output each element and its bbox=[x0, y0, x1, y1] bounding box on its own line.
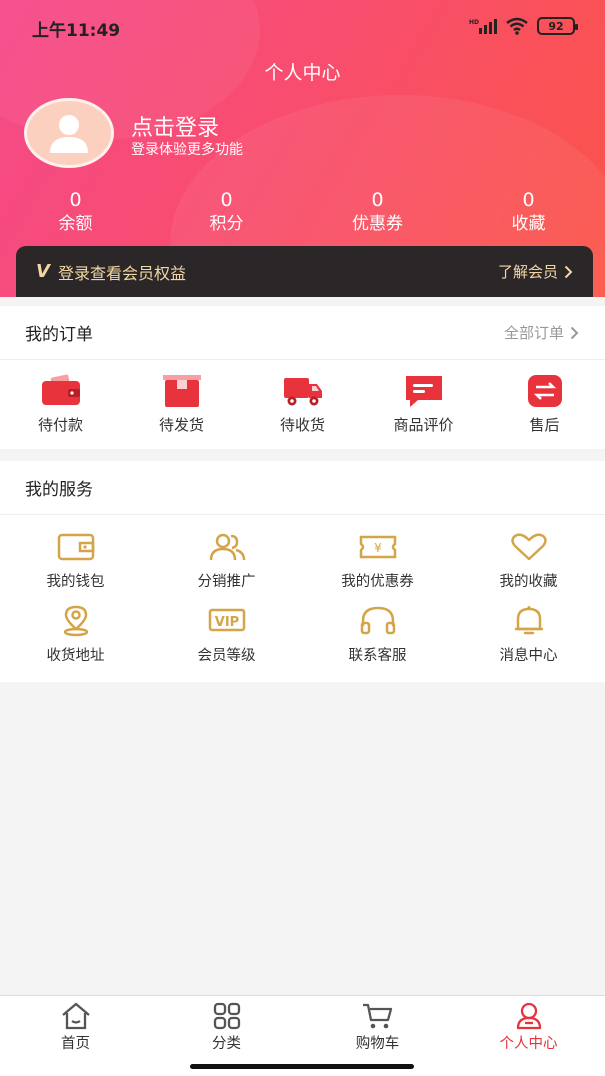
order-pending-receipt[interactable]: 待收货 bbox=[242, 374, 363, 435]
service-wallet[interactable]: 我的钱包 bbox=[0, 531, 151, 591]
service-distribution[interactable]: 分销推广 bbox=[151, 531, 302, 591]
service-label: 我的收藏 bbox=[499, 574, 558, 590]
service-label: 我的优惠券 bbox=[341, 574, 414, 590]
avatar[interactable] bbox=[24, 98, 114, 168]
stat-label: 优惠券 bbox=[352, 214, 403, 234]
all-orders-label: 全部订单 bbox=[503, 324, 564, 342]
vip-banner[interactable]: V 登录查看会员权益 了解会员 bbox=[16, 246, 593, 297]
order-review[interactable]: 商品评价 bbox=[363, 374, 484, 435]
stat-value: 0 bbox=[69, 189, 82, 211]
location-icon bbox=[63, 605, 88, 637]
order-pending-shipment[interactable]: 待发货 bbox=[121, 374, 242, 435]
coupon-icon: ¥ bbox=[359, 535, 396, 559]
stat-favorites[interactable]: 0 收藏 bbox=[453, 188, 604, 236]
service-favorites[interactable]: 我的收藏 bbox=[453, 531, 604, 591]
chevron-right-icon bbox=[570, 326, 579, 339]
vip-icon-text: VIP bbox=[214, 615, 238, 630]
coupon-symbol: ¥ bbox=[374, 541, 382, 555]
stat-coupons[interactable]: 0 优惠券 bbox=[302, 188, 453, 236]
stat-label: 余额 bbox=[58, 214, 93, 234]
user-avatar-icon bbox=[50, 115, 88, 153]
order-after-sales[interactable]: 售后 bbox=[484, 374, 605, 435]
tab-label: 购物车 bbox=[355, 1036, 400, 1052]
stat-value: 0 bbox=[522, 189, 535, 211]
order-label: 待付款 bbox=[37, 416, 83, 434]
all-orders-link[interactable]: 全部订单 bbox=[504, 322, 579, 343]
order-pending-payment[interactable]: 待付款 bbox=[0, 374, 121, 435]
grid-icon bbox=[213, 1002, 240, 1030]
service-messages[interactable]: 消息中心 bbox=[453, 605, 604, 665]
service-address[interactable]: 收货地址 bbox=[0, 605, 151, 665]
user-icon bbox=[516, 1002, 541, 1030]
home-icon bbox=[61, 1002, 90, 1030]
service-membership[interactable]: VIP 会员等级 bbox=[151, 605, 302, 665]
vip-link-label: 了解会员 bbox=[497, 263, 558, 281]
profile-header: 上午11:49 HD 92 个人中心 点击登录 登录体验更多功能 0 余额 0 … bbox=[0, 0, 605, 297]
service-label: 消息中心 bbox=[499, 648, 558, 664]
cellular-signal-icon: HD bbox=[469, 19, 497, 34]
service-coupons[interactable]: ¥ 我的优惠券 bbox=[302, 531, 453, 591]
status-icons: HD 92 bbox=[469, 17, 578, 35]
tab-label: 个人中心 bbox=[499, 1036, 558, 1052]
login-subtitle: 登录体验更多功能 bbox=[131, 142, 243, 158]
home-indicator bbox=[190, 1064, 414, 1069]
heart-icon bbox=[510, 533, 547, 561]
vip-learn-more-link[interactable]: 了解会员 bbox=[498, 261, 573, 282]
stat-points[interactable]: 0 积分 bbox=[151, 188, 302, 236]
account-stats: 0 余额 0 积分 0 优惠券 0 收藏 bbox=[0, 188, 605, 236]
service-label: 分销推广 bbox=[197, 574, 256, 590]
wallet-icon bbox=[57, 533, 94, 561]
vip-icon: VIP bbox=[208, 608, 245, 632]
wifi-icon bbox=[506, 17, 528, 35]
page-title: 个人中心 bbox=[264, 62, 341, 84]
tab-label: 首页 bbox=[61, 1036, 90, 1052]
cart-icon bbox=[362, 1003, 392, 1029]
users-icon bbox=[209, 533, 245, 561]
chevron-right-icon bbox=[564, 265, 573, 278]
order-status-row: 待付款 待发货 待收货 商品评价 售后 bbox=[0, 360, 605, 435]
truck-icon bbox=[283, 378, 322, 406]
service-label: 联系客服 bbox=[348, 648, 407, 664]
services-grid: 我的钱包 分销推广 ¥ 我的优惠券 我的收藏 收货地址 VIP 会员等级 联系客… bbox=[0, 515, 605, 665]
comment-icon bbox=[405, 376, 442, 407]
stat-value: 0 bbox=[371, 189, 384, 211]
vip-badge-icon: V bbox=[36, 261, 50, 282]
exchange-icon bbox=[527, 375, 562, 407]
box-icon bbox=[162, 375, 201, 407]
bell-icon bbox=[514, 606, 543, 635]
network-badge: HD bbox=[469, 19, 479, 26]
service-label: 收货地址 bbox=[46, 648, 105, 664]
orders-title: 我的订单 bbox=[25, 325, 93, 345]
stat-label: 积分 bbox=[209, 214, 244, 234]
tab-home[interactable]: 首页 bbox=[0, 996, 151, 1076]
orders-header: 我的订单 全部订单 bbox=[0, 306, 605, 360]
order-label: 商品评价 bbox=[393, 416, 454, 434]
wallet-icon bbox=[41, 374, 80, 405]
headset-icon bbox=[360, 606, 395, 635]
tab-label: 分类 bbox=[212, 1036, 241, 1052]
order-label: 售后 bbox=[529, 416, 560, 434]
order-label: 待收货 bbox=[279, 416, 325, 434]
services-title: 我的服务 bbox=[25, 480, 93, 500]
stat-balance[interactable]: 0 余额 bbox=[0, 188, 151, 236]
service-customer-support[interactable]: 联系客服 bbox=[302, 605, 453, 665]
status-bar: 上午11:49 HD 92 bbox=[0, 0, 605, 52]
services-header: 我的服务 bbox=[0, 461, 605, 515]
service-label: 会员等级 bbox=[197, 648, 256, 664]
vip-info: V 登录查看会员权益 bbox=[36, 260, 186, 284]
tab-profile[interactable]: 个人中心 bbox=[453, 996, 604, 1076]
services-card: 我的服务 我的钱包 分销推广 ¥ 我的优惠券 我的收藏 收货地址 VIP 会员等… bbox=[0, 461, 605, 682]
stat-value: 0 bbox=[220, 189, 233, 211]
stat-label: 收藏 bbox=[511, 214, 546, 234]
status-time: 上午11:49 bbox=[32, 21, 121, 41]
vip-text: 登录查看会员权益 bbox=[57, 263, 186, 283]
login-title[interactable]: 点击登录 bbox=[131, 110, 219, 142]
orders-card: 我的订单 全部订单 待付款 待发货 待收货 商品评价 售后 bbox=[0, 306, 605, 449]
order-label: 待发货 bbox=[158, 416, 204, 434]
service-label: 我的钱包 bbox=[46, 574, 105, 590]
battery-indicator: 92 bbox=[537, 17, 578, 35]
